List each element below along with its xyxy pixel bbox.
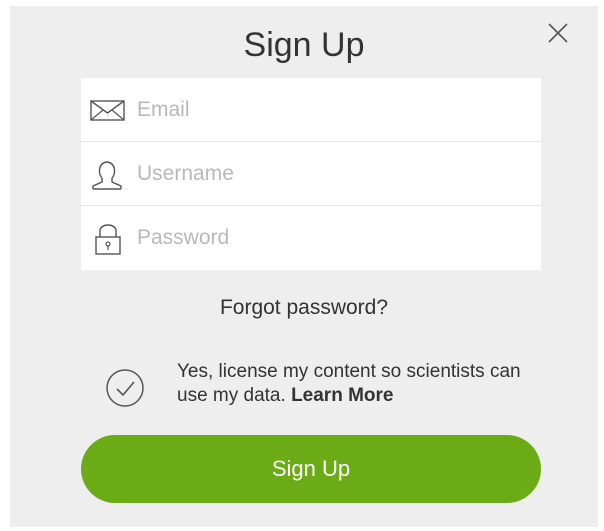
learn-more-link[interactable]: Learn More — [291, 385, 393, 406]
password-field[interactable] — [137, 218, 517, 258]
envelope-icon — [90, 94, 126, 126]
license-option: Yes, license my content so scientists ca… — [105, 358, 545, 418]
password-row — [81, 206, 541, 270]
username-field[interactable] — [137, 154, 517, 194]
signup-dialog: Sign Up Email Username Forgot password? … — [10, 6, 598, 527]
license-text: Yes, license my content so scientists ca… — [177, 360, 547, 408]
username-row — [81, 142, 541, 206]
email-field[interactable] — [137, 90, 517, 130]
lock-icon — [90, 222, 126, 255]
dialog-title: Sign Up — [243, 26, 365, 64]
check-circle-icon[interactable] — [105, 368, 145, 408]
email-row — [81, 78, 541, 142]
sign-up-button[interactable]: Sign Up — [81, 435, 541, 503]
forgot-password-link[interactable]: Forgot password? — [10, 296, 598, 320]
person-icon — [90, 158, 126, 190]
close-icon[interactable] — [544, 19, 572, 47]
credentials-fields — [81, 78, 541, 270]
